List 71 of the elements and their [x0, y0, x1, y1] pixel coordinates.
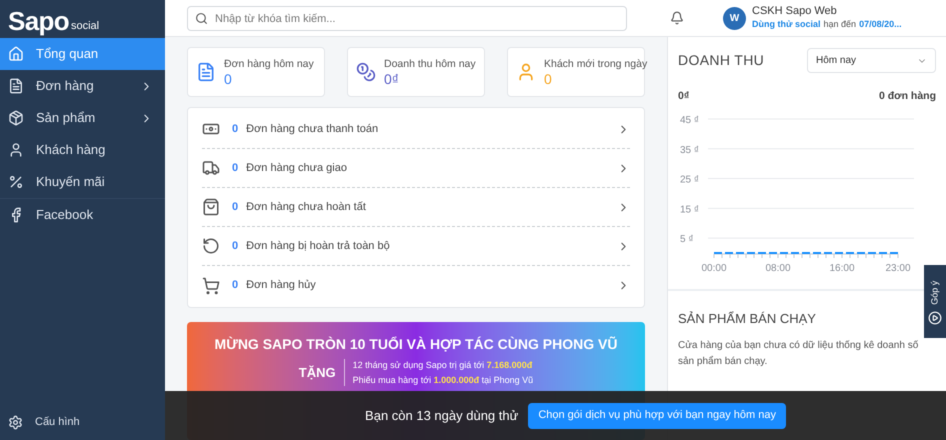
search-icon [195, 12, 208, 24]
search-field[interactable]: Nhập từ khóa tìm kiếm... [187, 6, 627, 31]
axis-label: 35 ₫ [680, 144, 700, 156]
feedback-tab[interactable]: Góp ý [924, 265, 946, 338]
stat-value: 0 [544, 72, 553, 87]
axis-label: 25 ₫ [680, 174, 700, 186]
truck-icon [202, 159, 220, 177]
order-status-label: Đơn hàng chưa giao [246, 160, 348, 176]
order-status-row[interactable]: 0 Đơn hàng chưa giao [202, 149, 630, 188]
notification-bell-icon[interactable] [670, 11, 684, 25]
order-status-row[interactable]: 0 Đơn hàng chưa thanh toán [202, 110, 630, 149]
logo-text: Sapo [8, 8, 69, 34]
stat-value: 0 [224, 72, 233, 87]
expiry-date: 07/08/20... [859, 18, 902, 31]
percent-icon [8, 174, 24, 190]
panel-title: DOANH THU [678, 51, 764, 70]
settings-icon [8, 414, 23, 430]
order-status-row[interactable]: 0 Đơn hàng hủy [202, 266, 630, 305]
sidebar-item[interactable]: Khuyến mãi [0, 166, 165, 198]
stat-label: Doanh thu hôm nay [384, 57, 476, 72]
order-status-label: Đơn hàng chưa hoàn tất [246, 200, 367, 215]
trial-message: Bạn còn 13 ngày dùng thử [365, 406, 518, 425]
axis-label: 15 ₫ [680, 204, 700, 216]
offer-text: 12 tháng sử dụng Sapo trị giá tới 7.168.000đ [352, 359, 534, 371]
panel-title: SẢN PHẨM BÁN CHẠY [678, 310, 816, 328]
order-status-label: Đơn hàng bị hoàn trả toàn bộ [246, 238, 391, 254]
axis-label: 23:00 [885, 262, 911, 274]
stat-label: Khách mới trong ngày [544, 57, 648, 72]
order-count: 0 [232, 200, 238, 215]
user-name: CSKH Sapo Web [752, 5, 838, 18]
order-count: 0 [232, 238, 238, 254]
order-status-label: Đơn hàng hủy [246, 278, 317, 294]
settings-item[interactable]: Cấu hình [0, 408, 165, 436]
offer-text: Phiếu mua hàng tới 1.000.000đ tại Phong Vũ [352, 374, 534, 386]
sidebar-item[interactable]: Đơn hàng [0, 70, 165, 102]
order-count: 0 [232, 160, 238, 176]
trial-plan-label: Dùng thử social [752, 18, 821, 31]
user-icon [8, 142, 24, 158]
axis-label: 16:00 [829, 262, 855, 274]
order-status-label: Đơn hàng chưa thanh toán [246, 122, 380, 137]
refund-icon [202, 237, 220, 255]
axis-label: 08:00 [765, 262, 791, 274]
document-icon [8, 78, 24, 94]
revenue-total: 0₫ [678, 89, 690, 104]
expiry-label: hạn đến [824, 18, 856, 31]
order-status-row[interactable]: 0 Đơn hàng chưa hoàn tất [202, 188, 630, 227]
sidebar-item[interactable]: Khách hàng [0, 134, 165, 166]
stat-label: Đơn hàng hôm nay [224, 57, 314, 72]
order-status-row[interactable]: 0 Đơn hàng bị hoàn trả toàn bộ [202, 227, 630, 266]
document-icon [196, 62, 216, 82]
coins-icon [356, 62, 376, 82]
box-icon [8, 110, 24, 126]
bag-icon [202, 198, 220, 216]
home-icon [8, 46, 24, 62]
logo-suffix: social [70, 21, 100, 34]
cart-icon [202, 276, 220, 294]
axis-label: 5 ₫ [680, 234, 694, 245]
axis-label: 45 ₫ [680, 114, 700, 126]
empty-message: Cửa hàng của bạn chưa có dữ liệu thống kê doanh số sản phẩm bán chạy. [678, 339, 920, 370]
avatar[interactable]: W [723, 6, 746, 30]
sidebar-item[interactable]: Facebook [0, 199, 165, 231]
gift-label: TẶNG [298, 364, 336, 382]
order-count: 0 [232, 122, 238, 137]
order-total: 0 đơn hàng [878, 89, 936, 104]
sidebar-item[interactable]: Sản phẩm [0, 102, 165, 134]
axis-label: 00:00 [701, 262, 727, 274]
banner-title: MỪNG SAPO TRÒN 10 TUỔI VÀ HỢP TÁC CÙNG PHONG VŨ [214, 335, 618, 354]
period-dropdown[interactable]: Hôm nay [807, 48, 936, 73]
order-count: 0 [232, 278, 238, 294]
play-circle-icon [928, 311, 942, 326]
stat-value: 0₫ [384, 72, 400, 87]
